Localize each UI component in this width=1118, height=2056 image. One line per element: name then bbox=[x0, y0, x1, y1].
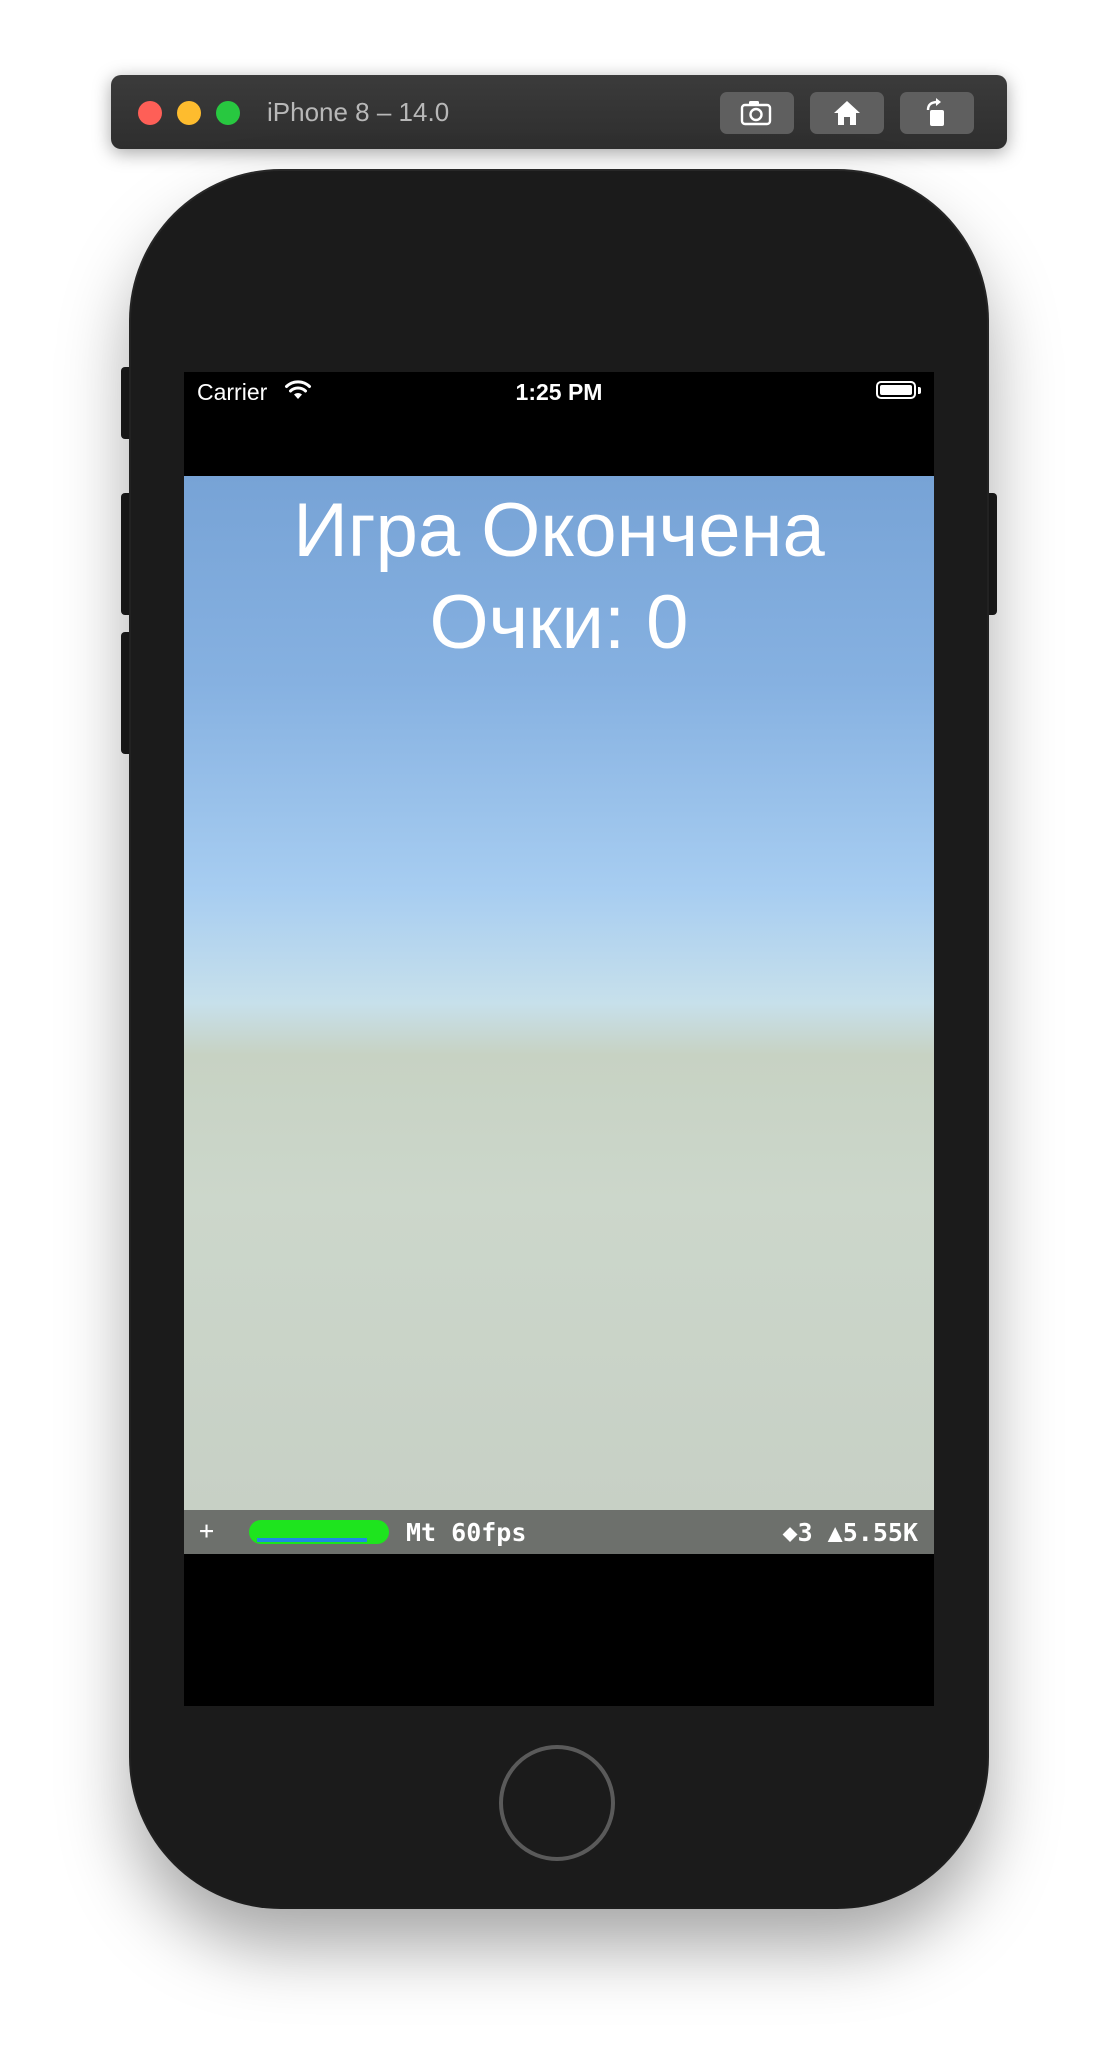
performance-meter-line bbox=[257, 1538, 367, 1542]
screenshot-button[interactable] bbox=[720, 92, 794, 134]
close-window-button[interactable] bbox=[138, 101, 162, 125]
status-time: 1:25 PM bbox=[515, 379, 603, 405]
game-view[interactable]: Игра Окончена Очки: 0 bbox=[184, 476, 934, 1510]
score-label: Очки: 0 bbox=[429, 580, 689, 665]
battery-nub bbox=[918, 387, 921, 394]
simulator-title: iPhone 8 – 14.0 bbox=[267, 97, 450, 127]
rotate-icon bbox=[926, 98, 944, 126]
simulator-titlebar: iPhone 8 – 14.0 bbox=[111, 75, 1007, 149]
zoom-window-button[interactable] bbox=[216, 101, 240, 125]
performance-meter bbox=[249, 1520, 389, 1544]
minimize-window-button[interactable] bbox=[177, 101, 201, 125]
simulator-window: iPhone 8 – 14.0 Carrier 1:25 PM Игра Око… bbox=[0, 0, 1118, 2056]
home-icon bbox=[834, 101, 860, 125]
device-home-button[interactable] bbox=[499, 1745, 615, 1861]
scenekit-stats-bar: + Mt 60fps ◆3 ▲5.55K bbox=[184, 1510, 934, 1554]
battery-icon bbox=[876, 381, 916, 399]
stats-expand-button[interactable]: + bbox=[199, 1516, 214, 1545]
draw-stats-label: ◆3 ▲5.55K bbox=[782, 1518, 918, 1547]
camera-icon bbox=[740, 101, 772, 126]
device-screen[interactable]: Carrier 1:25 PM Игра Окончена Очки: 0 + … bbox=[184, 372, 934, 1706]
home-toolbar-button[interactable] bbox=[810, 92, 884, 134]
status-bar: Carrier 1:25 PM bbox=[184, 372, 934, 412]
rotate-button[interactable] bbox=[900, 92, 974, 134]
game-over-title: Игра Окончена bbox=[293, 488, 825, 573]
fps-label: Mt 60fps bbox=[406, 1518, 527, 1547]
